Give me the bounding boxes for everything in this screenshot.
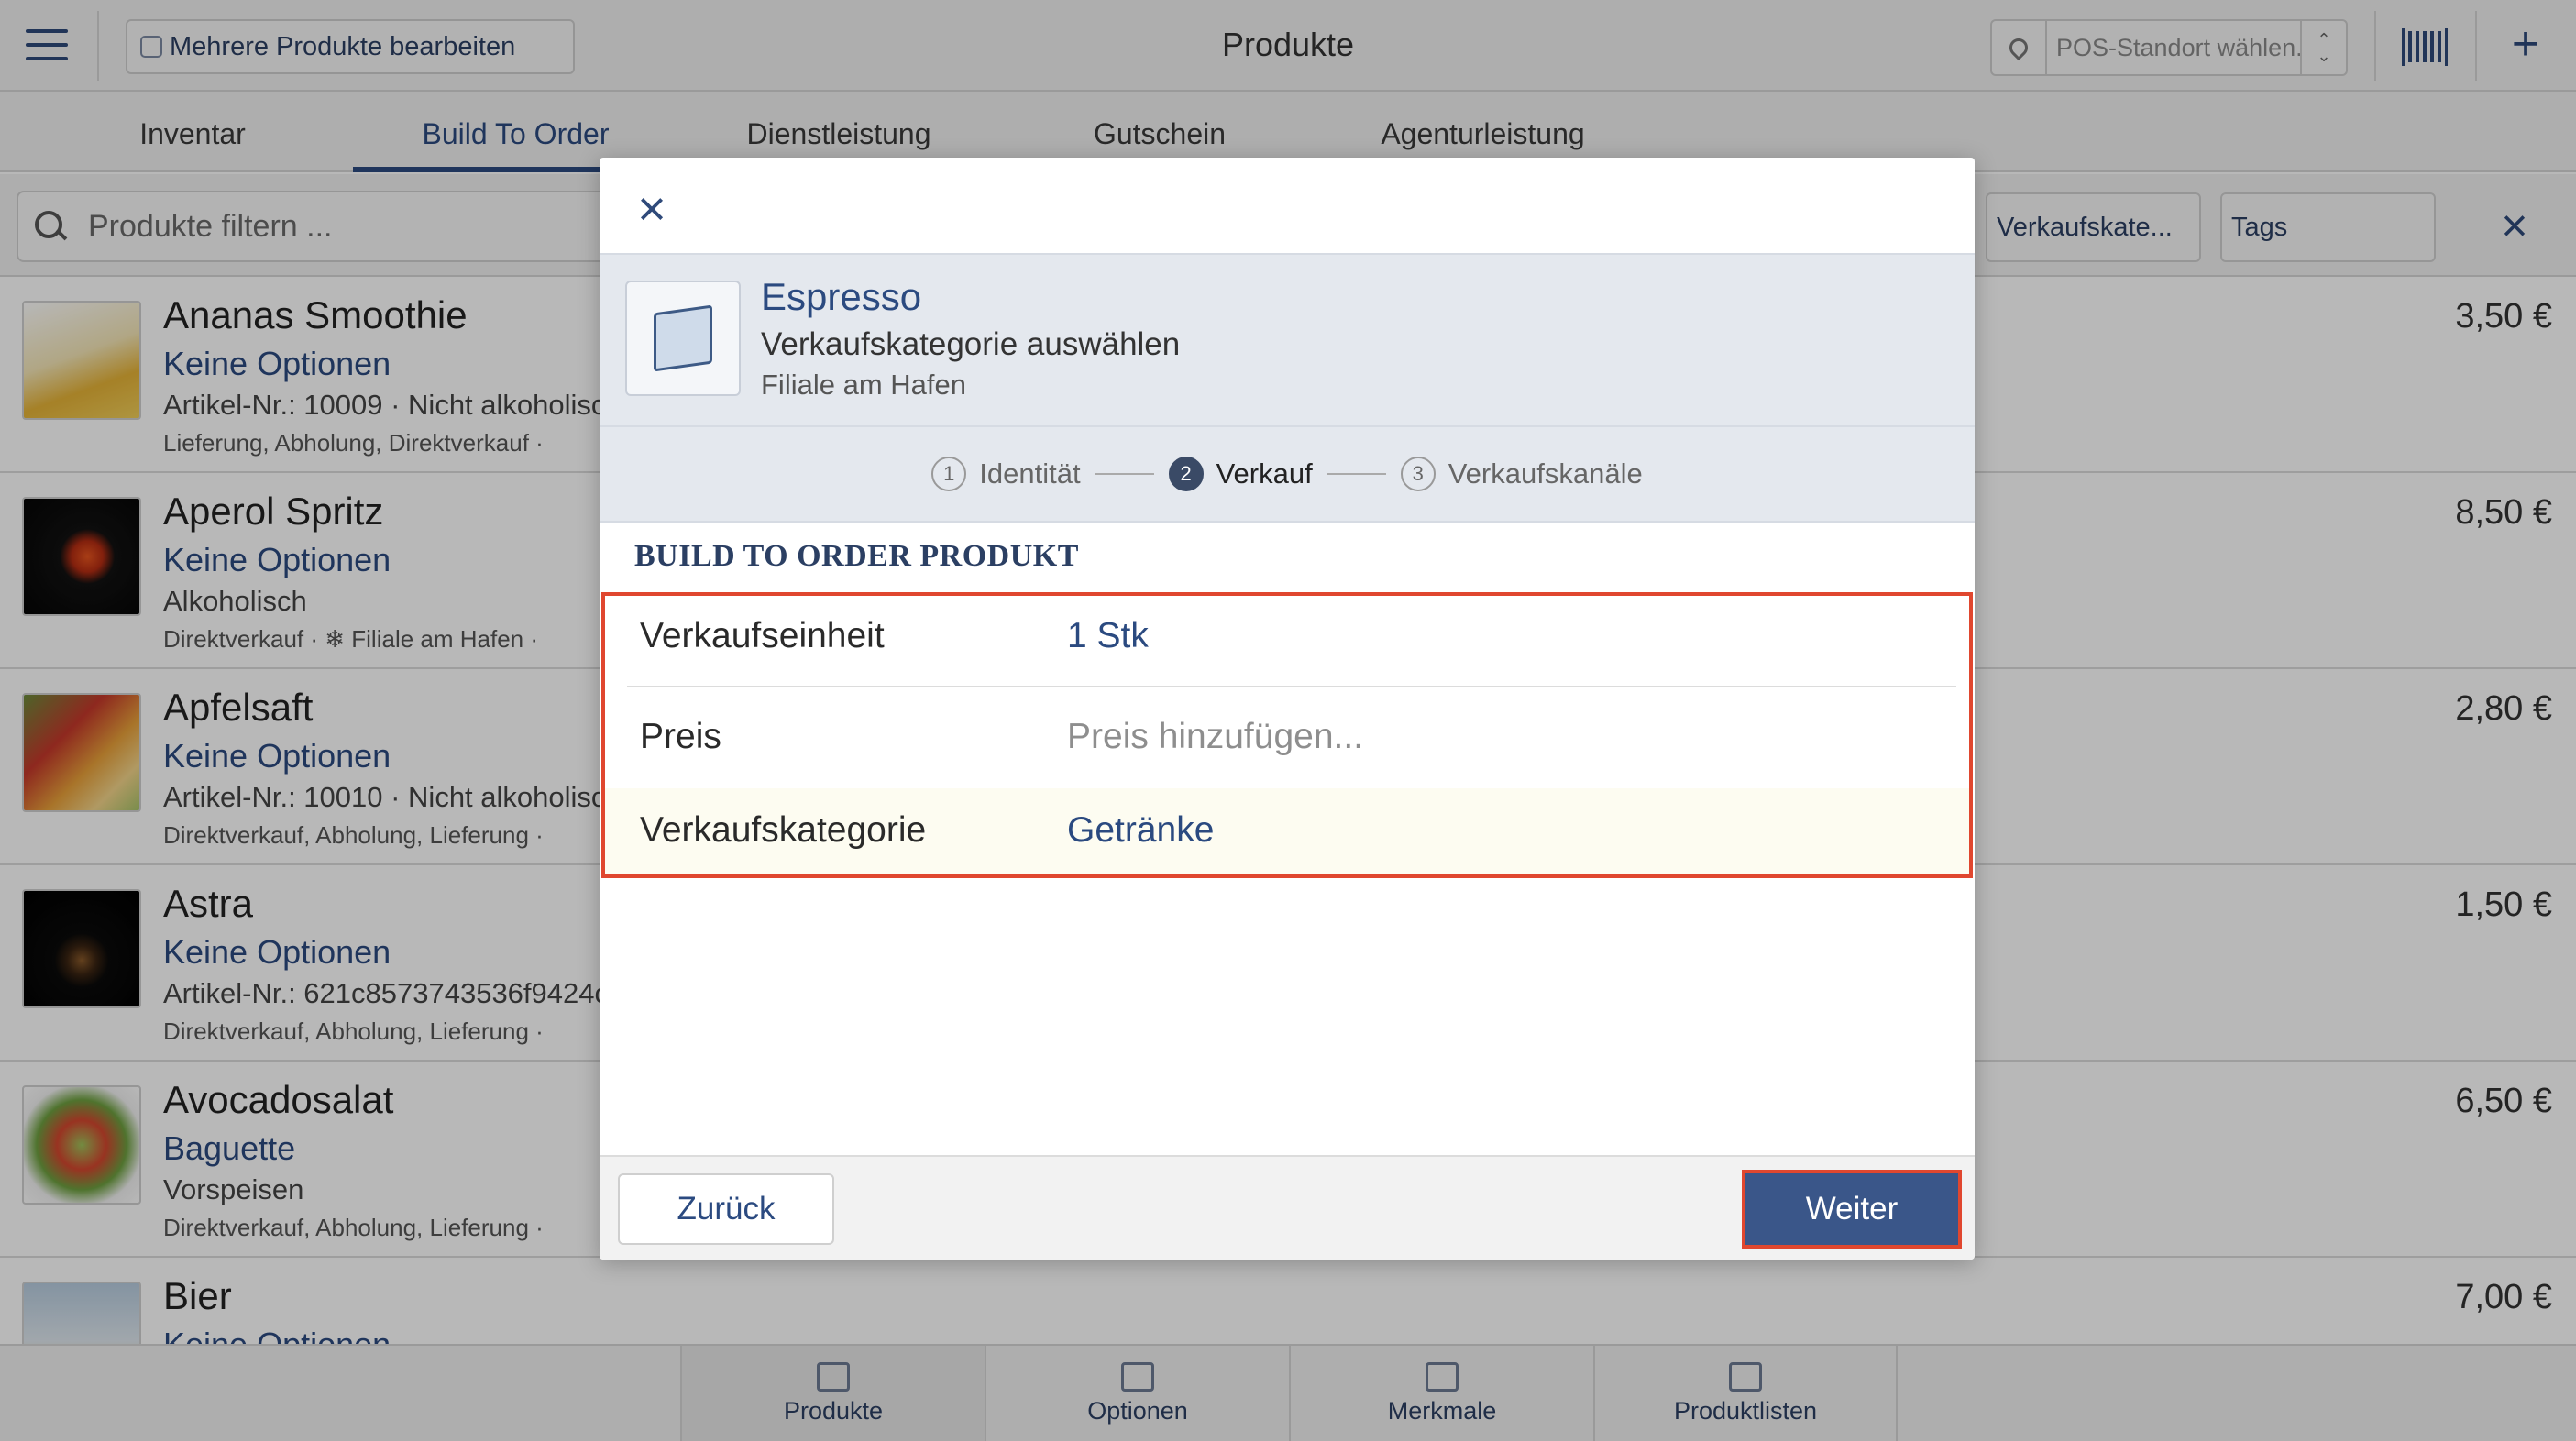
price-row[interactable]: Preis Preis hinzufügen... — [627, 688, 1956, 788]
step-sales: 2 Verkauf — [1168, 456, 1313, 491]
dialog-subtitle: Verkaufskategorie auswählen — [761, 326, 1181, 362]
step-label: Verkauf — [1216, 457, 1313, 490]
step-number: 1 — [931, 456, 967, 491]
sales-category-row[interactable]: Verkaufskategorie Getränke — [605, 788, 1969, 874]
step-label: Verkaufskanäle — [1448, 457, 1643, 490]
step-number: 3 — [1400, 456, 1436, 491]
wizard-steps: 1 Identität 2 Verkauf 3 Verkaufskanäle — [600, 427, 1975, 522]
unit-value[interactable]: 1 Stk — [1067, 616, 1149, 656]
unit-row[interactable]: Verkaufseinheit 1 Stk — [627, 596, 1956, 688]
dialog-footer: Zurück Weiter — [600, 1155, 1975, 1260]
unit-label: Verkaufseinheit — [640, 616, 885, 655]
step-identity: 1 Identität — [931, 456, 1081, 491]
sales-category-label: Verkaufskategorie — [640, 810, 927, 850]
dialog-header: Espresso Verkaufskategorie auswählen Fil… — [600, 253, 1975, 427]
step-sales-channels: 3 Verkaufskanäle — [1400, 456, 1643, 491]
sales-form: Verkaufseinheit 1 Stk Preis Preis hinzuf… — [601, 592, 1973, 878]
step-connector — [1327, 473, 1386, 475]
step-label: Identität — [979, 457, 1081, 490]
create-product-dialog: × Espresso Verkaufskategorie auswählen F… — [600, 158, 1975, 1260]
section-title: BUILD TO ORDER PRODUKT — [634, 539, 1079, 573]
dialog-location: Filiale am Hafen — [761, 368, 966, 401]
price-label: Preis — [640, 717, 721, 756]
back-button[interactable]: Zurück — [618, 1173, 834, 1245]
price-input[interactable]: Preis hinzufügen... — [1067, 717, 1363, 757]
sales-category-value[interactable]: Getränke — [1067, 810, 1214, 851]
step-number: 2 — [1168, 456, 1204, 491]
product-box-icon — [625, 280, 741, 396]
step-connector — [1095, 473, 1154, 475]
product-name: Espresso — [761, 275, 922, 318]
next-button[interactable]: Weiter — [1742, 1170, 1962, 1248]
close-icon[interactable]: × — [629, 184, 675, 234]
